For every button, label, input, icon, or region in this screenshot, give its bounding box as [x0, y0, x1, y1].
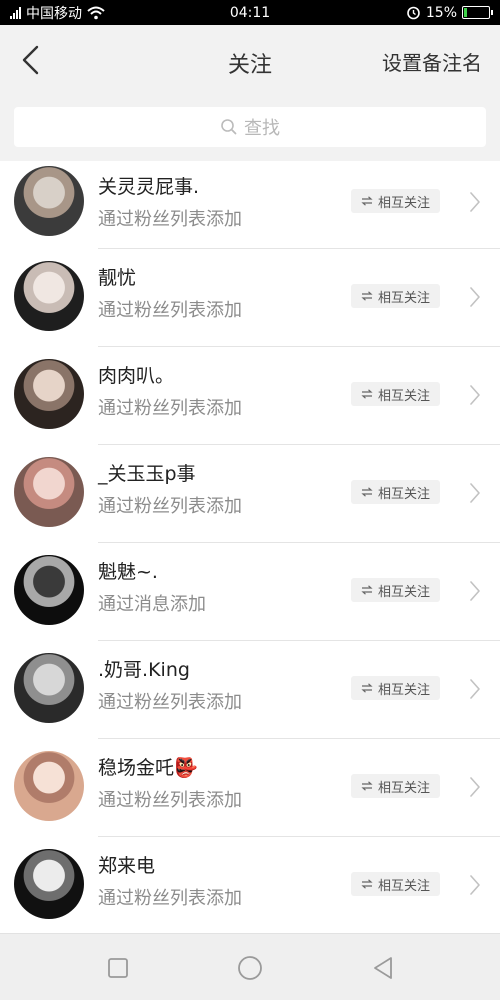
mutual-follow-label: 相互关注: [377, 878, 430, 894]
status-bar: 中国移动 04:11 15%: [0, 0, 500, 25]
avatar[interactable]: [14, 555, 84, 625]
home-button[interactable]: [236, 954, 264, 982]
mutual-follow-label: 相互关注: [377, 486, 430, 502]
circle-icon: [238, 956, 262, 980]
avatar[interactable]: [14, 166, 84, 236]
mutual-follow-label: 相互关注: [377, 584, 430, 600]
avatar[interactable]: [14, 849, 84, 919]
mutual-follow-label: 相互关注: [377, 290, 430, 306]
user-name: 肉肉叭。: [98, 365, 175, 387]
follow-row[interactable]: _关玉玉p事 通过粉丝列表添加 相互关注: [0, 445, 500, 543]
avatar[interactable]: [14, 457, 84, 527]
mutual-follow-badge[interactable]: 相互关注: [351, 189, 440, 213]
follow-row[interactable]: 关灵灵屁事. 通过粉丝列表添加 相互关注: [0, 161, 500, 249]
wifi-icon: [87, 6, 105, 19]
mutual-follow-badge[interactable]: 相互关注: [351, 578, 440, 602]
header: 关注 设置备注名: [0, 25, 500, 95]
chevron-right-icon: [470, 287, 480, 307]
swap-arrows-icon: [361, 291, 373, 301]
follow-source: 通过消息添加: [98, 594, 206, 615]
search-area: 查找: [0, 95, 500, 161]
follow-source: 通过粉丝列表添加: [98, 496, 242, 517]
avatar[interactable]: [14, 751, 84, 821]
battery-icon: [462, 6, 493, 19]
follow-row[interactable]: .奶哥.King 通过粉丝列表添加 相互关注: [0, 641, 500, 739]
swap-arrows-icon: [361, 683, 373, 693]
status-left: 中国移动: [10, 3, 105, 23]
mutual-follow-badge[interactable]: 相互关注: [351, 872, 440, 896]
square-icon: [108, 958, 128, 978]
mutual-follow-badge[interactable]: 相互关注: [351, 774, 440, 798]
user-name: _关玉玉p事: [98, 463, 196, 485]
follow-source: 通过粉丝列表添加: [98, 692, 242, 713]
swap-arrows-icon: [361, 781, 373, 791]
user-name: .奶哥.King: [98, 659, 190, 681]
chevron-right-icon: [470, 192, 480, 212]
triangle-back-icon: [374, 957, 392, 979]
mutual-follow-label: 相互关注: [377, 682, 430, 698]
swap-arrows-icon: [361, 196, 373, 206]
set-remark-button[interactable]: 设置备注名: [382, 47, 482, 76]
user-name: 稳场金吒👺: [98, 757, 198, 779]
mutual-follow-label: 相互关注: [377, 388, 430, 404]
swap-arrows-icon: [361, 487, 373, 497]
avatar[interactable]: [14, 359, 84, 429]
user-name: 魁魅~.: [98, 561, 158, 583]
follow-row[interactable]: 肉肉叭。 通过粉丝列表添加 相互关注: [0, 347, 500, 445]
swap-arrows-icon: [361, 879, 373, 889]
chevron-right-icon: [470, 581, 480, 601]
mutual-follow-label: 相互关注: [377, 195, 430, 211]
follow-row[interactable]: 郑来电 通过粉丝列表添加 相互关注: [0, 837, 500, 933]
follow-row[interactable]: 魁魅~. 通过消息添加 相互关注: [0, 543, 500, 641]
user-name: 关灵灵屁事.: [98, 176, 200, 198]
signal-icon: [10, 6, 21, 19]
status-right: 15%: [406, 4, 493, 21]
chevron-right-icon: [470, 385, 480, 405]
recent-apps-button[interactable]: [104, 954, 132, 982]
follow-source: 通过粉丝列表添加: [98, 398, 242, 419]
search-icon: [221, 119, 237, 135]
carrier-label: 中国移动: [26, 5, 82, 22]
follow-row[interactable]: 靓忧 通过粉丝列表添加 相互关注: [0, 249, 500, 347]
mutual-follow-label: 相互关注: [377, 780, 430, 796]
follow-source: 通过粉丝列表添加: [98, 888, 242, 909]
mutual-follow-badge[interactable]: 相互关注: [351, 382, 440, 406]
mutual-follow-badge[interactable]: 相互关注: [351, 480, 440, 504]
chevron-right-icon: [470, 679, 480, 699]
search-placeholder: 查找: [244, 118, 280, 139]
user-name: 靓忧: [98, 267, 137, 289]
battery-fill: [464, 8, 468, 17]
swap-arrows-icon: [361, 585, 373, 595]
mutual-follow-badge[interactable]: 相互关注: [351, 284, 440, 308]
swap-arrows-icon: [361, 389, 373, 399]
back-nav-button[interactable]: [369, 954, 397, 982]
avatar[interactable]: [14, 261, 84, 331]
alarm-icon: [407, 6, 420, 20]
follow-source: 通过粉丝列表添加: [98, 300, 242, 321]
mutual-follow-badge[interactable]: 相互关注: [351, 676, 440, 700]
system-nav-bar: [0, 933, 500, 1000]
follow-row[interactable]: 稳场金吒👺 通过粉丝列表添加 相互关注: [0, 739, 500, 837]
search-input[interactable]: 查找: [14, 107, 486, 147]
chevron-right-icon: [470, 483, 480, 503]
follow-source: 通过粉丝列表添加: [98, 790, 242, 811]
follow-source: 通过粉丝列表添加: [98, 209, 242, 230]
battery-percent: 15%: [425, 4, 457, 21]
chevron-right-icon: [470, 875, 480, 895]
avatar[interactable]: [14, 653, 84, 723]
user-name: 郑来电: [98, 855, 156, 877]
chevron-right-icon: [470, 777, 480, 797]
follow-list: 关灵灵屁事. 通过粉丝列表添加 相互关注 靓忧 通过粉丝列表添加 相互关注 肉肉…: [0, 161, 500, 933]
